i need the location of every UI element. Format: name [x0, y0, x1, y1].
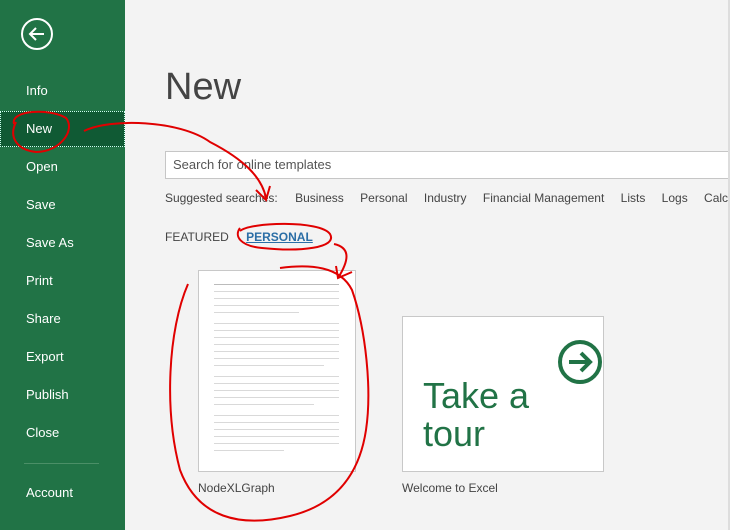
template-label: Welcome to Excel: [402, 481, 498, 495]
sidebar-divider: [24, 463, 99, 464]
suggested-link-industry[interactable]: Industry: [424, 191, 467, 205]
doc-line: [214, 291, 339, 292]
doc-line: [214, 330, 339, 331]
sidebar-item-save-as[interactable]: Save As: [0, 225, 125, 261]
arrow-left-icon: [28, 27, 44, 41]
suggested-link-business[interactable]: Business: [295, 191, 344, 205]
tab-featured[interactable]: FEATURED: [165, 230, 229, 244]
doc-line: [214, 358, 339, 359]
doc-line: [214, 415, 339, 416]
doc-line: [214, 429, 339, 430]
doc-line: [214, 305, 339, 306]
suggested-link-lists[interactable]: Lists: [621, 191, 646, 205]
sidebar-item-print[interactable]: Print: [0, 263, 125, 299]
sidebar-item-open[interactable]: Open: [0, 149, 125, 185]
suggested-label: Suggested searches:: [165, 191, 278, 205]
doc-line: [214, 284, 339, 285]
template-welcome-to-excel[interactable]: Take a tour: [402, 316, 604, 472]
arrow-right-circle-icon: [558, 340, 602, 384]
template-tabs: FEATURED PERSONAL: [165, 230, 327, 244]
main-panel: New Search for online templates Suggeste…: [125, 0, 730, 530]
sidebar-item-close[interactable]: Close: [0, 415, 125, 451]
doc-line: [214, 390, 339, 391]
doc-line: [214, 404, 314, 405]
template-nodexlgraph[interactable]: [198, 270, 356, 472]
tour-line-2: tour: [423, 413, 486, 454]
sidebar-item-new[interactable]: New: [0, 111, 125, 147]
suggested-link-calc[interactable]: Calcul: [704, 191, 730, 205]
doc-line: [214, 312, 299, 313]
sidebar-item-account[interactable]: Account: [0, 475, 125, 511]
tour-line-1: Take a: [423, 375, 530, 416]
doc-line: [214, 323, 339, 324]
sidebar-item-publish[interactable]: Publish: [0, 377, 125, 413]
suggested-link-financial[interactable]: Financial Management: [483, 191, 604, 205]
doc-line: [214, 422, 339, 423]
template-label: NodeXLGraph: [198, 481, 275, 495]
page-title: New: [165, 66, 242, 108]
doc-line: [214, 376, 339, 377]
doc-line: [214, 365, 324, 366]
search-input[interactable]: Search for online templates: [165, 151, 730, 179]
doc-line: [214, 443, 339, 444]
doc-line: [214, 351, 339, 352]
doc-line: [214, 383, 339, 384]
sidebar-item-share[interactable]: Share: [0, 301, 125, 337]
back-button[interactable]: [21, 18, 53, 50]
doc-line: [214, 450, 284, 451]
doc-line: [214, 298, 339, 299]
sidebar-item-export[interactable]: Export: [0, 339, 125, 375]
backstage-sidebar: Info New Open Save Save As Print Share E…: [0, 0, 125, 530]
sidebar-item-info[interactable]: Info: [0, 73, 125, 109]
take-a-tour-text: Take a tour: [423, 377, 529, 453]
suggested-link-logs[interactable]: Logs: [662, 191, 688, 205]
sidebar-item-save[interactable]: Save: [0, 187, 125, 223]
doc-line: [214, 344, 339, 345]
doc-line: [214, 436, 339, 437]
doc-line: [214, 337, 339, 338]
suggested-searches: Suggested searches: Business Personal In…: [165, 191, 730, 205]
suggested-link-personal[interactable]: Personal: [360, 191, 407, 205]
doc-line: [214, 397, 339, 398]
tab-personal[interactable]: PERSONAL: [246, 230, 313, 244]
